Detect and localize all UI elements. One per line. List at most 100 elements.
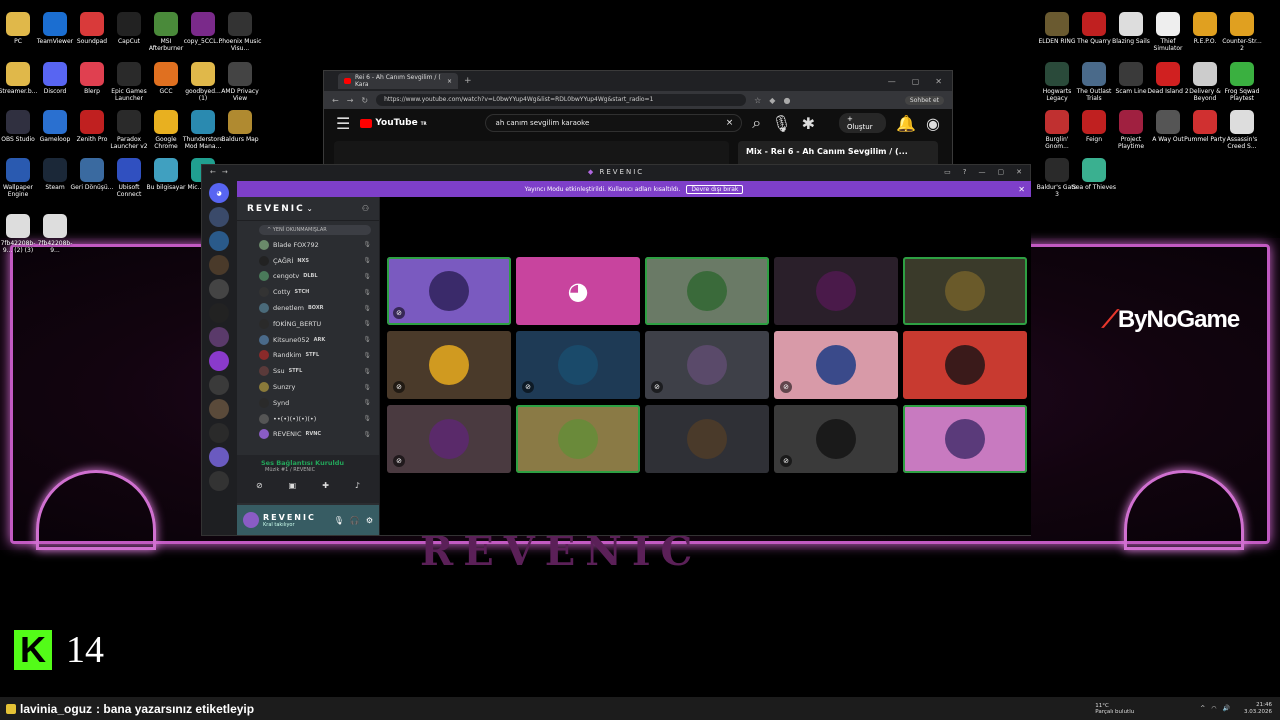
participant-tile[interactable] <box>903 331 1027 399</box>
add-member-icon[interactable]: ⚇ <box>362 204 371 213</box>
bookmark-icon[interactable]: ☆ <box>754 96 761 105</box>
clock[interactable]: 21:46 3.03.2026 <box>1244 702 1272 716</box>
desktop-icon[interactable]: Assassin's Creed S... <box>1220 110 1264 150</box>
voice-member[interactable]: Blade FOX792 🎙 <box>237 237 379 253</box>
participant-tile[interactable] <box>903 405 1027 473</box>
back-arrow-icon[interactable]: ← <box>210 168 216 176</box>
desktop-icon[interactable]: Sea of Thieves <box>1072 158 1116 191</box>
browser-tab[interactable]: Rei 6 - Ah Canım Sevgilim / ( Kara × <box>338 73 458 89</box>
desktop-icon[interactable]: Counter-Str... 2 <box>1220 12 1264 52</box>
voice-member[interactable]: Synd 🎙 <box>237 395 379 411</box>
chat-button[interactable]: Sohbet et <box>904 95 944 105</box>
participant-tile[interactable]: ⊘ <box>774 331 898 399</box>
minimize-icon[interactable]: — <box>979 168 986 176</box>
banner-close-icon[interactable]: ✕ <box>1018 185 1025 194</box>
discord-window[interactable]: ← → ◆ REVENIC ▭ ? — ▢ ✕ ◕ Yayıncı Modu e… <box>201 164 1031 536</box>
desktop-icon[interactable]: Baldurs Map <box>218 110 262 143</box>
search-icon[interactable]: ⌕ <box>752 113 761 133</box>
participant-tile[interactable] <box>645 257 769 325</box>
new-tab-button[interactable]: + <box>464 76 472 86</box>
participant-tile[interactable]: ⊘ <box>387 405 511 473</box>
participant-tile[interactable] <box>645 405 769 473</box>
camera-off-icon[interactable]: ⊘ <box>256 481 263 490</box>
new-unreads-pill[interactable]: ^ YENİ OKUNMAMIŞLAR <box>259 225 371 235</box>
server-icon[interactable] <box>209 255 229 275</box>
voice-member[interactable]: REVENIC RVNC 🎙 <box>237 427 379 443</box>
forward-icon[interactable]: → <box>347 96 354 105</box>
forward-arrow-icon[interactable]: → <box>222 168 228 176</box>
notifications-icon[interactable]: 🔔 <box>896 114 916 133</box>
profile-icon[interactable]: ● <box>783 96 790 105</box>
network-icon[interactable]: ◠ <box>1211 705 1216 712</box>
participant-tile[interactable]: ◕ <box>516 257 640 325</box>
soundboard-icon[interactable]: ♪ <box>355 481 360 490</box>
minimize-icon[interactable]: — <box>888 77 896 86</box>
extensions-icon[interactable]: ◆ <box>769 96 775 105</box>
help-icon[interactable]: ? <box>963 168 967 176</box>
desktop-icon[interactable]: 7fb42208b-9... <box>33 214 77 254</box>
youtube-search-input[interactable]: ah canım sevgilim karaoke × <box>484 114 743 132</box>
participant-tile[interactable]: ⊘ <box>387 257 511 325</box>
close-icon[interactable]: ✕ <box>1016 168 1022 176</box>
voice-member[interactable]: Kitsune052 ARK 🎙 <box>237 332 379 348</box>
voice-member[interactable]: denetlem BOXR 🎙 <box>237 300 379 316</box>
voice-member[interactable]: Ssu STFL 🎙 <box>237 363 379 379</box>
address-bar[interactable]: https://www.youtube.com/watch?v=L0bwYYup… <box>376 94 747 106</box>
activities-icon[interactable]: ✚ <box>322 481 329 490</box>
microphone-icon[interactable]: 🎙 <box>771 114 791 133</box>
avatar[interactable] <box>243 512 259 528</box>
maximize-icon[interactable]: ▢ <box>998 168 1005 176</box>
server-icon[interactable] <box>209 375 229 395</box>
participant-tile[interactable]: ⊘ <box>516 331 640 399</box>
discord-home-icon[interactable]: ◕ <box>209 183 229 203</box>
inbox-icon[interactable]: ▭ <box>944 168 951 176</box>
weather-widget[interactable]: 11°C Parçalı bulutlu <box>1095 703 1134 715</box>
maximize-icon[interactable]: ▢ <box>912 77 920 86</box>
server-header[interactable]: REVENIC ⌄ ⚇ <box>237 197 379 221</box>
account-avatar-icon[interactable]: ◉ <box>926 114 940 133</box>
participant-tile[interactable]: ⊘ <box>645 331 769 399</box>
headphones-icon[interactable]: 🎧 <box>350 516 360 525</box>
create-button[interactable]: + Oluştur <box>838 113 887 133</box>
desktop-icon[interactable]: Frog Sqwad Playtest <box>1220 62 1264 102</box>
voice-member[interactable]: fOKİNG_BERTU 🎙 <box>237 316 379 332</box>
voice-member[interactable]: Sunzry 🎙 <box>237 379 379 395</box>
server-icon[interactable] <box>209 279 229 299</box>
server-icon[interactable] <box>209 207 229 227</box>
server-icon[interactable] <box>209 447 229 467</box>
menu-icon[interactable]: ☰ <box>336 114 350 133</box>
voice-channel[interactable]: Müzik #1 / REVENIC <box>265 467 373 473</box>
server-icon[interactable] <box>209 423 229 443</box>
desktop-icon[interactable]: AMD Privacy View <box>218 62 262 102</box>
participant-tile[interactable] <box>774 257 898 325</box>
participant-tile[interactable] <box>516 405 640 473</box>
voice-member[interactable]: Cotty STCH 🎙 <box>237 284 379 300</box>
desktop-icon[interactable]: Phoenix Music Visu... <box>218 12 262 52</box>
server-icon[interactable] <box>209 303 229 323</box>
server-icon[interactable] <box>209 231 229 251</box>
server-icon[interactable] <box>209 327 229 347</box>
server-icon[interactable] <box>209 471 229 491</box>
volume-icon[interactable]: 🔊 <box>1223 705 1230 712</box>
clear-search-icon[interactable]: × <box>726 115 734 131</box>
settings-gear-icon[interactable]: ⚙ <box>366 516 373 525</box>
server-icon[interactable] <box>209 351 229 371</box>
voice-member[interactable]: cengotv DLBL 🎙 <box>237 269 379 285</box>
reload-icon[interactable]: ↻ <box>361 96 368 105</box>
cast-icon[interactable]: ✱ <box>802 114 815 133</box>
close-icon[interactable]: ✕ <box>935 77 942 86</box>
server-icon[interactable] <box>209 399 229 419</box>
participant-tile[interactable]: ⊘ <box>774 405 898 473</box>
disable-streamer-mode-button[interactable]: Devre dışı bırak <box>686 184 744 194</box>
tray-chevron-icon[interactable]: ^ <box>1200 705 1205 712</box>
youtube-logo[interactable]: YouTube TR <box>360 118 427 128</box>
close-tab-icon[interactable]: × <box>447 78 452 85</box>
participant-tile[interactable]: ⊘ <box>387 331 511 399</box>
voice-member[interactable]: ÇAĞRİ NXS 🎙 <box>237 253 379 269</box>
voice-member[interactable]: Randkim STFL 🎙 <box>237 348 379 364</box>
microphone-icon[interactable]: 🎙 <box>334 516 344 525</box>
participant-tile[interactable] <box>903 257 1027 325</box>
voice-member[interactable]: ••(•)(•)(•)(•) 🎙 <box>237 411 379 427</box>
back-icon[interactable]: ← <box>332 96 339 105</box>
screen-share-icon[interactable]: ▣ <box>289 481 297 490</box>
